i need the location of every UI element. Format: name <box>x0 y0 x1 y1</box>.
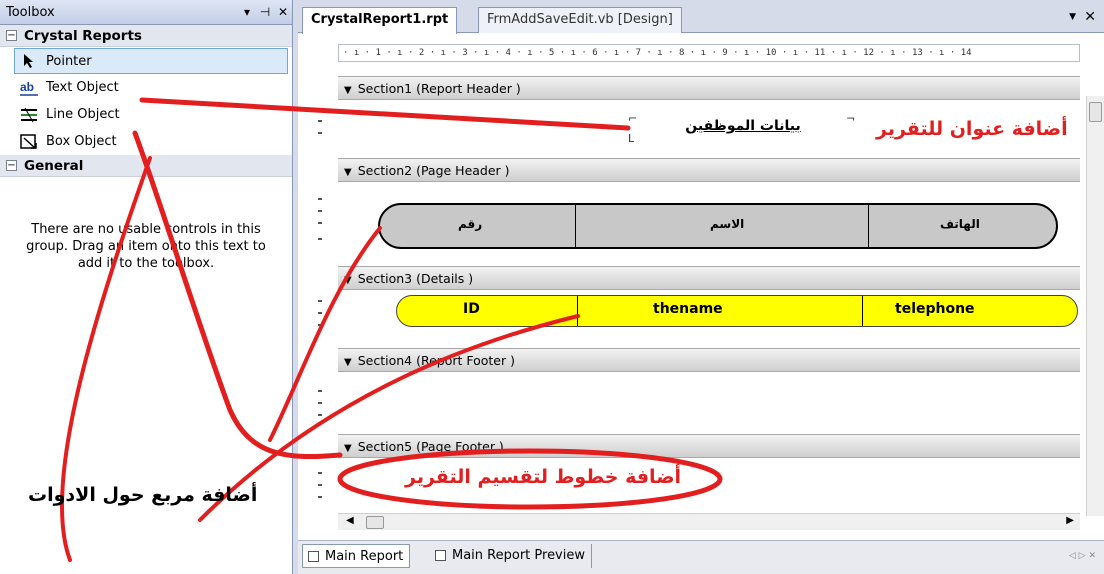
ruler-tick <box>318 108 322 110</box>
detail-name-field[interactable]: thename <box>653 301 723 317</box>
report-canvas[interactable]: ▼ Section1 (Report Header ) ⌐ ¬ L بيانات … <box>338 76 1080 512</box>
report-icon <box>308 551 319 562</box>
ruler-tick <box>318 210 322 212</box>
toolbox-item-label: Text Object <box>46 80 119 95</box>
section-collapse-icon[interactable]: ▼ <box>344 443 352 454</box>
ruler-tick <box>318 472 322 474</box>
scroll-right-icon[interactable]: ▶ <box>1066 515 1074 526</box>
report-view-tabs: Main Report Main Report Preview ◁ ▷ ✕ <box>298 540 1104 574</box>
scroll-thumb[interactable] <box>366 516 384 529</box>
pointer-icon <box>18 52 40 70</box>
horizontal-scrollbar[interactable]: ◀ ▶ <box>338 513 1080 530</box>
section-collapse-icon[interactable]: ▼ <box>344 357 352 368</box>
ruler-tick <box>318 222 322 224</box>
scroll-thumb[interactable] <box>1089 102 1102 122</box>
toolbox-item-pointer[interactable]: Pointer <box>14 48 288 74</box>
vertical-ruler <box>312 72 336 512</box>
header-number-label[interactable]: رقم <box>458 217 482 231</box>
group-label: General <box>24 157 84 174</box>
group-crystal-reports[interactable]: − Crystal Reports <box>0 25 292 47</box>
group-label: Crystal Reports <box>24 27 142 44</box>
toolbox-item-text-object[interactable]: ab Text Object <box>0 74 292 101</box>
close-icon[interactable]: ✕ <box>274 5 292 19</box>
section-band-details[interactable]: ▼ Section3 (Details ) <box>338 266 1080 290</box>
toolbox-title-bar: Toolbox ▾ ⊣ ✕ <box>0 0 292 25</box>
text-object-icon: ab <box>18 79 40 97</box>
section-collapse-icon[interactable]: ▼ <box>344 275 352 286</box>
preview-icon <box>435 550 446 561</box>
line-object-icon <box>18 106 40 124</box>
toolbox-panel: Toolbox ▾ ⊣ ✕ − Crystal Reports Pointer … <box>0 0 293 574</box>
ruler-tick <box>318 120 322 122</box>
tab-form-design[interactable]: FrmAddSaveEdit.vb [Design] <box>478 7 682 33</box>
toolbox-item-label: Line Object <box>46 107 120 122</box>
section-collapse-icon[interactable]: ▼ <box>344 167 352 178</box>
ruler-tick <box>318 496 322 498</box>
toolbox-title: Toolbox <box>6 4 55 20</box>
section-band-page-footer[interactable]: ▼ Section5 (Page Footer ) <box>338 434 1080 458</box>
toolbox-item-box-object[interactable]: Box Object <box>0 128 292 155</box>
field-corner: ⌐ <box>628 112 638 125</box>
tab-main-report[interactable]: Main Report <box>302 544 411 568</box>
column-divider <box>575 205 576 247</box>
ruler-tick <box>318 132 322 134</box>
section-label: Section1 (Report Header ) <box>357 81 521 96</box>
toolbox-item-label: Pointer <box>46 53 92 69</box>
ruler-tick <box>318 198 322 200</box>
ruler-tick <box>318 238 322 240</box>
ruler-tick <box>318 324 322 326</box>
tab-label: Main Report <box>325 549 404 564</box>
section-collapse-icon[interactable]: ▼ <box>344 85 352 96</box>
vertical-scrollbar[interactable] <box>1086 96 1104 516</box>
toolbox-item-line-object[interactable]: Line Object <box>0 101 292 128</box>
tab-main-report-preview[interactable]: Main Report Preview <box>430 544 592 568</box>
section-band-report-footer[interactable]: ▼ Section4 (Report Footer ) <box>338 348 1080 372</box>
detail-phone-field[interactable]: telephone <box>895 301 975 317</box>
detail-id-field[interactable]: ID <box>463 301 480 317</box>
ruler-tick <box>318 402 322 404</box>
ruler-tick <box>318 390 322 392</box>
pin-icon[interactable]: ⊣ <box>256 5 274 19</box>
tab-list-icon[interactable]: ▼ <box>1069 12 1076 22</box>
column-divider <box>862 296 863 326</box>
close-document-icon[interactable]: ✕ <box>1084 9 1096 25</box>
header-name-label[interactable]: الاسم <box>710 217 744 231</box>
section-band-page-header[interactable]: ▼ Section2 (Page Header ) <box>338 158 1080 182</box>
collapse-icon[interactable]: − <box>6 160 17 171</box>
group-general[interactable]: − General <box>0 155 292 177</box>
empty-group-message: There are no usable controls in this gro… <box>26 222 266 271</box>
ruler-tick <box>318 300 322 302</box>
report-title-field[interactable]: بيانات الموظفين <box>668 118 818 134</box>
page-header-box[interactable]: الهاتف الاسم رقم <box>378 203 1058 249</box>
tab-scroll-icons[interactable]: ◁ ▷ ✕ <box>1069 551 1096 561</box>
toolbox-item-label: Box Object <box>46 134 117 149</box>
section-label: Section3 (Details ) <box>357 271 474 286</box>
section-label: Section5 (Page Footer ) <box>357 439 504 454</box>
field-corner: L <box>628 132 635 145</box>
section-label: Section2 (Page Header ) <box>357 163 510 178</box>
section-band-report-header[interactable]: ▼ Section1 (Report Header ) <box>338 76 1080 100</box>
svg-text:ab: ab <box>20 80 34 94</box>
details-box[interactable]: ID thename telephone <box>396 295 1078 327</box>
column-divider <box>577 296 578 326</box>
report-designer: CrystalReport1.rpt FrmAddSaveEdit.vb [De… <box>298 0 1104 574</box>
ruler-tick <box>318 484 322 486</box>
column-divider <box>868 205 869 247</box>
collapse-icon[interactable]: − <box>6 30 17 41</box>
tab-crystal-report[interactable]: CrystalReport1.rpt <box>302 7 458 34</box>
section-label: Section4 (Report Footer ) <box>357 353 515 368</box>
box-object-icon <box>18 133 40 151</box>
header-phone-label[interactable]: الهاتف <box>940 217 980 231</box>
ruler-tick <box>318 414 322 416</box>
tab-label: Main Report Preview <box>452 548 585 563</box>
field-corner: ¬ <box>846 112 856 125</box>
document-tab-bar: CrystalReport1.rpt FrmAddSaveEdit.vb [De… <box>298 0 1104 34</box>
horizontal-ruler: · ı · 1 · ı · 2 · ı · 3 · ı · 4 · ı · 5 … <box>338 44 1080 62</box>
dropdown-icon[interactable]: ▾ <box>238 5 256 19</box>
ruler-tick <box>318 312 322 314</box>
scroll-left-icon[interactable]: ◀ <box>346 515 354 526</box>
